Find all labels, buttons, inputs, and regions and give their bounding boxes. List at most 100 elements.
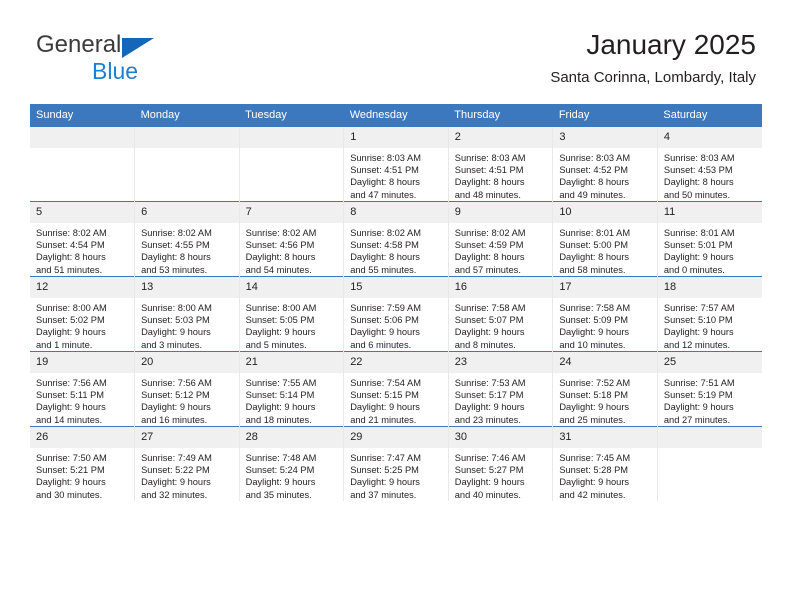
day-sun-info: Sunrise: 7:58 AM Sunset: 5:07 PM Daylight:… xyxy=(449,298,553,351)
weekday-header-sunday: Sunday xyxy=(30,104,135,127)
sunset-text: Sunset: 4:52 PM xyxy=(559,165,629,176)
brand-name-general: General xyxy=(36,31,122,58)
brand-logo[interactable]: General Blue xyxy=(36,32,236,88)
daylight-text-line1: Daylight: 8 hours xyxy=(454,252,525,263)
daylight-text-line1: Daylight: 9 hours xyxy=(559,327,630,338)
day-cell[interactable]: 9 Sunrise: 8:02 AM Sunset: 4:59 PM Daylight… xyxy=(447,201,553,277)
day-cell[interactable]: 29 Sunrise: 7:47 AM Sunset: 5:25 PM Dayligh… xyxy=(343,426,449,501)
day-number: 28 xyxy=(239,427,344,448)
day-cell[interactable]: 3 Sunrise: 8:03 AM Sunset: 4:52 PM Daylight… xyxy=(552,127,658,202)
day-cell[interactable]: 21 Sunrise: 7:55 AM Sunset: 5:14 PM Dayligh… xyxy=(238,351,344,427)
day-number: 7 xyxy=(239,202,344,223)
sunrise-text: Sunrise: 7:55 AM xyxy=(245,378,317,388)
daylight-text-line2: and 37 minutes. xyxy=(350,489,417,500)
day-cell[interactable]: 30 Sunrise: 7:46 AM Sunset: 5:27 PM Dayligh… xyxy=(447,426,553,501)
day-cell[interactable]: 22 Sunrise: 7:54 AM Sunset: 5:15 PM Dayligh… xyxy=(343,351,449,427)
day-cell[interactable]: 23 Sunrise: 7:53 AM Sunset: 5:17 PM Dayligh… xyxy=(447,351,553,427)
day-number: 30 xyxy=(448,427,553,448)
day-sun-info: Sunrise: 7:49 AM Sunset: 5:22 PM Daylight:… xyxy=(135,448,239,501)
day-number: 19 xyxy=(30,352,135,373)
daylight-text-line1: Daylight: 9 hours xyxy=(663,252,734,263)
daylight-text-line2: and 57 minutes. xyxy=(454,264,521,275)
sunrise-text: Sunrise: 8:00 AM xyxy=(245,303,317,313)
day-cell[interactable]: 7 Sunrise: 8:02 AM Sunset: 4:56 PM Daylight… xyxy=(238,201,344,277)
daylight-text-line1: Daylight: 9 hours xyxy=(350,327,420,338)
sunset-text: Sunset: 5:28 PM xyxy=(559,465,629,476)
daylight-text-line2: and 55 minutes. xyxy=(350,264,417,275)
day-cell[interactable]: 25 Sunrise: 7:51 AM Sunset: 5:19 PM Dayligh… xyxy=(656,351,762,427)
day-sun-info: Sunrise: 8:01 AM Sunset: 5:01 PM Daylight:… xyxy=(658,223,762,276)
daylight-text-line1: Daylight: 9 hours xyxy=(141,327,211,338)
sunset-text: Sunset: 5:01 PM xyxy=(663,240,733,251)
day-cell[interactable]: 8 Sunrise: 8:02 AM Sunset: 4:58 PM Daylight… xyxy=(343,201,449,277)
sunrise-text: Sunrise: 8:02 AM xyxy=(454,228,526,238)
day-cell[interactable]: 24 Sunrise: 7:52 AM Sunset: 5:18 PM Dayligh… xyxy=(552,351,658,427)
day-cell[interactable]: 1 Sunrise: 8:03 AM Sunset: 4:51 PM Daylight… xyxy=(343,127,449,202)
day-sun-info: Sunrise: 7:50 AM Sunset: 5:21 PM Daylight:… xyxy=(30,448,134,501)
daylight-text-line1: Daylight: 9 hours xyxy=(454,477,525,488)
day-cell[interactable]: 18 Sunrise: 7:57 AM Sunset: 5:10 PM Dayligh… xyxy=(656,276,762,352)
sunrise-text: Sunrise: 8:00 AM xyxy=(36,303,107,313)
daylight-text-line1: Daylight: 9 hours xyxy=(663,402,734,413)
day-number: 10 xyxy=(553,202,657,223)
day-cell[interactable]: 17 Sunrise: 7:58 AM Sunset: 5:09 PM Dayligh… xyxy=(552,276,658,352)
daylight-text-line2: and 1 minute. xyxy=(36,339,93,350)
day-cell[interactable]: 27 Sunrise: 7:49 AM Sunset: 5:22 PM Dayligh… xyxy=(134,426,240,501)
daylight-text-line2: and 30 minutes. xyxy=(36,489,103,500)
daylight-text-line2: and 12 minutes. xyxy=(663,339,731,350)
sunset-text: Sunset: 4:56 PM xyxy=(245,240,315,251)
day-cell[interactable]: 13 Sunrise: 8:00 AM Sunset: 5:03 PM Dayligh… xyxy=(134,276,240,352)
day-cell[interactable]: 16 Sunrise: 7:58 AM Sunset: 5:07 PM Dayligh… xyxy=(447,276,553,352)
calendar-body: 1 Sunrise: 8:03 AM Sunset: 4:51 PM Daylight… xyxy=(30,127,762,501)
sunrise-text: Sunrise: 8:03 AM xyxy=(559,153,631,163)
day-cell[interactable]: 28 Sunrise: 7:48 AM Sunset: 5:24 PM Dayligh… xyxy=(238,426,344,501)
weekday-header-friday: Friday xyxy=(552,104,658,127)
daylight-text-line2: and 54 minutes. xyxy=(245,264,312,275)
day-cell[interactable]: 5 Sunrise: 8:02 AM Sunset: 4:54 PM Daylight… xyxy=(30,201,135,277)
day-cell[interactable]: 20 Sunrise: 7:56 AM Sunset: 5:12 PM Dayligh… xyxy=(134,351,240,427)
daylight-text-line1: Daylight: 9 hours xyxy=(141,402,211,413)
day-number: 15 xyxy=(344,277,448,298)
day-cell[interactable]: 6 Sunrise: 8:02 AM Sunset: 4:55 PM Daylight… xyxy=(134,201,240,277)
sunset-text: Sunset: 5:25 PM xyxy=(350,465,419,476)
calendar-week-row: 1 Sunrise: 8:03 AM Sunset: 4:51 PM Daylight… xyxy=(30,127,762,202)
daylight-text-line1: Daylight: 8 hours xyxy=(663,177,734,188)
daylight-text-line2: and 14 minutes. xyxy=(36,414,103,425)
day-number: 23 xyxy=(448,352,553,373)
day-sun-info: Sunrise: 7:51 AM Sunset: 5:19 PM Daylight:… xyxy=(658,373,762,426)
day-sun-info: Sunrise: 8:02 AM Sunset: 4:58 PM Daylight:… xyxy=(344,223,448,276)
day-cell[interactable]: 4 Sunrise: 8:03 AM Sunset: 4:53 PM Daylight… xyxy=(656,127,762,202)
daylight-text-line1: Daylight: 9 hours xyxy=(245,477,316,488)
sunrise-text: Sunrise: 8:01 AM xyxy=(663,228,735,238)
day-sun-info: Sunrise: 7:55 AM Sunset: 5:14 PM Daylight:… xyxy=(240,373,344,426)
day-sun-info: Sunrise: 8:02 AM Sunset: 4:56 PM Daylight:… xyxy=(240,223,344,276)
sunrise-text: Sunrise: 7:56 AM xyxy=(36,378,107,388)
day-cell[interactable]: 11 Sunrise: 8:01 AM Sunset: 5:01 PM Dayligh… xyxy=(656,201,762,277)
daylight-text-line2: and 6 minutes. xyxy=(350,339,412,350)
calendar-week-row: 19 Sunrise: 7:56 AM Sunset: 5:11 PM Dayligh… xyxy=(30,351,762,427)
day-cell[interactable]: 15 Sunrise: 7:59 AM Sunset: 5:06 PM Dayligh… xyxy=(343,276,449,352)
day-cell-empty xyxy=(238,127,344,202)
day-cell[interactable]: 12 Sunrise: 8:00 AM Sunset: 5:02 PM Dayligh… xyxy=(30,276,135,352)
day-sun-info: Sunrise: 8:01 AM Sunset: 5:00 PM Daylight:… xyxy=(553,223,657,276)
sunrise-text: Sunrise: 8:03 AM xyxy=(350,153,421,163)
sunrise-text: Sunrise: 8:01 AM xyxy=(559,228,631,238)
calendar-page: General Blue January 2025 Santa Corinna,… xyxy=(0,0,792,612)
sunset-text: Sunset: 5:22 PM xyxy=(141,465,210,476)
day-number: 4 xyxy=(657,127,762,148)
day-cell[interactable]: 10 Sunrise: 8:01 AM Sunset: 5:00 PM Dayligh… xyxy=(552,201,658,277)
day-cell[interactable]: 2 Sunrise: 8:03 AM Sunset: 4:51 PM Daylight… xyxy=(447,127,553,202)
day-cell[interactable]: 14 Sunrise: 8:00 AM Sunset: 5:05 PM Dayligh… xyxy=(238,276,344,352)
sunrise-text: Sunrise: 8:02 AM xyxy=(36,228,107,238)
sunrise-text: Sunrise: 7:49 AM xyxy=(141,453,212,463)
day-number: 13 xyxy=(135,277,239,298)
day-cell[interactable]: 31 Sunrise: 7:45 AM Sunset: 5:28 PM Dayligh… xyxy=(552,426,658,501)
calendar-header-row: Sunday Monday Tuesday Wednesday Thursday… xyxy=(30,104,762,127)
daylight-text-line1: Daylight: 8 hours xyxy=(454,177,525,188)
daylight-text-line2: and 16 minutes. xyxy=(141,414,208,425)
day-cell[interactable]: 26 Sunrise: 7:50 AM Sunset: 5:21 PM Dayligh… xyxy=(30,426,135,501)
day-number: 24 xyxy=(553,352,657,373)
sunset-text: Sunset: 5:05 PM xyxy=(245,315,315,326)
sunrise-text: Sunrise: 8:02 AM xyxy=(141,228,212,238)
day-cell[interactable]: 19 Sunrise: 7:56 AM Sunset: 5:11 PM Dayligh… xyxy=(30,351,135,427)
